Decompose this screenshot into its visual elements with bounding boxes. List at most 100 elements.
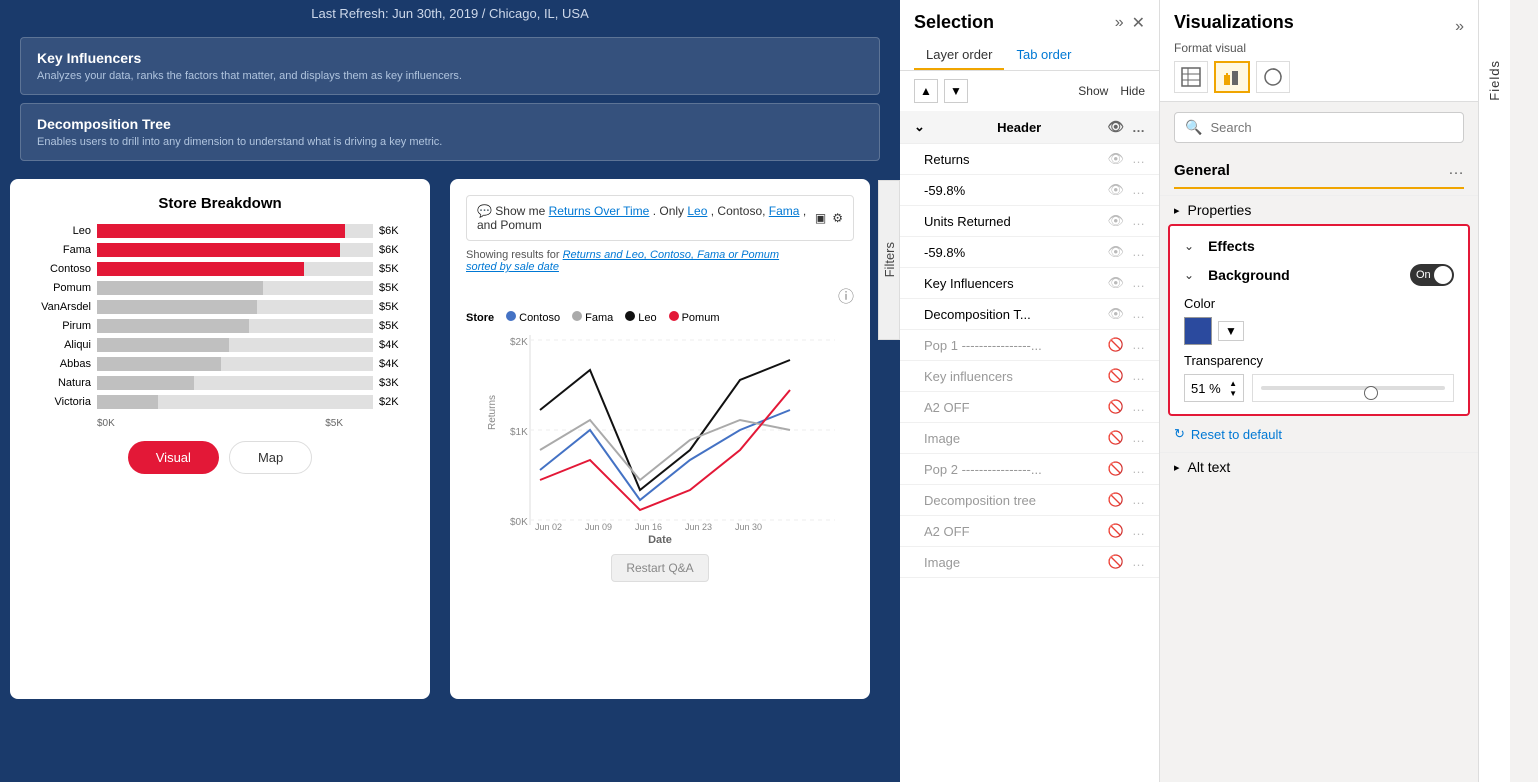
qa-link-returns[interactable]: Returns Over Time xyxy=(549,204,650,218)
map-tab[interactable]: Map xyxy=(229,441,312,474)
group-icons: 👁 … xyxy=(1107,119,1145,135)
visibility-hidden-icon[interactable]: 🚫 xyxy=(1108,492,1124,508)
visibility-hidden-icon[interactable]: 🚫 xyxy=(1108,523,1124,539)
sorted-link[interactable]: sorted by sale date xyxy=(466,261,559,273)
copy-icon[interactable]: ▣ xyxy=(815,211,826,225)
more-icon[interactable]: … xyxy=(1132,306,1145,322)
search-input[interactable] xyxy=(1210,120,1453,135)
show-hide-row: Show Hide xyxy=(1078,84,1145,98)
list-item-units-returned[interactable]: Units Returned 👁 … xyxy=(900,206,1159,237)
background-toggle[interactable]: On xyxy=(1410,264,1454,286)
visibility-hidden-icon[interactable]: 🚫 xyxy=(1108,337,1124,353)
table-icon[interactable] xyxy=(1174,61,1208,93)
store-label: Store xyxy=(466,312,494,324)
more-icon[interactable]: … xyxy=(1132,244,1145,260)
transparency-slider[interactable] xyxy=(1252,374,1454,402)
visibility-hidden-icon[interactable]: 🚫 xyxy=(1108,399,1124,415)
show-button[interactable]: Show xyxy=(1078,84,1108,98)
list-item-59-1[interactable]: -59.8% 👁 … xyxy=(900,175,1159,206)
stepper-icons: ▲ ▼ xyxy=(1229,379,1237,398)
more-icon[interactable]: … xyxy=(1132,182,1145,198)
move-up-button[interactable]: ▲ xyxy=(914,79,938,103)
close-icon[interactable]: ✕ xyxy=(1132,13,1145,33)
more-icon[interactable]: … xyxy=(1132,368,1145,384)
background-row: ⌄ Background On xyxy=(1178,258,1460,292)
stepper-up-icon[interactable]: ▲ xyxy=(1229,379,1237,388)
more-icon[interactable]: … xyxy=(1132,523,1145,539)
reset-to-default-row[interactable]: ↻ Reset to default xyxy=(1160,416,1478,452)
more-icon[interactable]: … xyxy=(1132,430,1145,446)
more-icon[interactable]: … xyxy=(1132,461,1145,477)
list-item-59-2[interactable]: -59.8% 👁 … xyxy=(900,237,1159,268)
list-item-decomposition-t[interactable]: Decomposition T... 👁 … xyxy=(900,299,1159,330)
visibility-hidden-icon[interactable]: 🚫 xyxy=(1108,461,1124,477)
fields-panel[interactable]: Fields xyxy=(1478,0,1510,782)
decomposition-tree-option[interactable]: Decomposition Tree Enables users to dril… xyxy=(20,103,880,161)
visibility-icon[interactable]: 👁 xyxy=(1107,306,1124,322)
hide-button[interactable]: Hide xyxy=(1120,84,1145,98)
selection-panel-wrapper: Filters Selection » ✕ Layer order Tab or… xyxy=(900,0,1160,782)
key-influencers-option[interactable]: Key Influencers Analyzes your data, rank… xyxy=(20,37,880,95)
list-item-key-influencers-2[interactable]: Key influencers 🚫 … xyxy=(900,361,1159,392)
settings-icon[interactable]: ⚙ xyxy=(832,211,843,225)
visibility-icon[interactable]: 👁 xyxy=(1107,244,1124,260)
general-more-icon[interactable]: … xyxy=(1448,161,1464,179)
analytics-icon[interactable] xyxy=(1256,61,1290,93)
qa-link-leo[interactable]: Leo xyxy=(687,204,707,218)
slider-track xyxy=(1261,386,1445,390)
format-icon[interactable] xyxy=(1214,61,1250,93)
more-icon[interactable]: … xyxy=(1132,399,1145,415)
viz-expand-icon[interactable]: » xyxy=(1455,18,1464,36)
bar-label: VanArsdel xyxy=(26,301,91,313)
chevron-right-icon: ▸ xyxy=(1174,204,1180,217)
list-item-a2off-1[interactable]: A2 OFF 🚫 … xyxy=(900,392,1159,423)
color-swatch[interactable] xyxy=(1184,317,1212,345)
qa-input-text: 💬 Show me Returns Over Time . Only Leo ,… xyxy=(477,204,815,232)
transparency-input[interactable]: 51 % ▲ ▼ xyxy=(1184,374,1244,402)
properties-label: Properties xyxy=(1188,202,1252,218)
bar-label: Aliqui xyxy=(26,339,91,351)
more-icon[interactable]: … xyxy=(1132,275,1145,291)
visibility-icon[interactable]: 👁 xyxy=(1107,275,1124,291)
bar-label: Victoria xyxy=(26,396,91,408)
visibility-icon[interactable]: 👁 xyxy=(1107,182,1124,198)
list-item-decomposition-tree[interactable]: Decomposition tree 🚫 … xyxy=(900,485,1159,516)
expand-icon[interactable]: » xyxy=(1115,14,1124,32)
list-item-pop1[interactable]: Pop 1 ----------------... 🚫 … xyxy=(900,330,1159,361)
alt-text-expand[interactable]: ▸ Alt text xyxy=(1160,452,1478,481)
visibility-hidden-icon[interactable]: 🚫 xyxy=(1108,554,1124,570)
stepper-down-icon[interactable]: ▼ xyxy=(1229,389,1237,398)
qa-link-fama[interactable]: Fama xyxy=(769,204,800,218)
list-item-pop2[interactable]: Pop 2 ----------------... 🚫 … xyxy=(900,454,1159,485)
move-down-button[interactable]: ▼ xyxy=(944,79,968,103)
properties-expand[interactable]: ▸ Properties xyxy=(1160,195,1478,224)
visibility-icon[interactable]: 👁 xyxy=(1107,213,1124,229)
restart-qa-button[interactable]: Restart Q&A xyxy=(611,554,708,582)
visibility-icon[interactable]: 👁 xyxy=(1107,151,1124,167)
list-item-image-2[interactable]: Image 🚫 … xyxy=(900,547,1159,578)
list-item-key-influencers[interactable]: Key Influencers 👁 … xyxy=(900,268,1159,299)
more-icon[interactable]: … xyxy=(1132,120,1145,135)
more-icon[interactable]: … xyxy=(1132,554,1145,570)
more-icon[interactable]: … xyxy=(1132,337,1145,353)
visibility-hidden-icon[interactable]: 🚫 xyxy=(1108,368,1124,384)
transparency-row: Transparency 51 % ▲ ▼ xyxy=(1178,349,1460,406)
showing-link[interactable]: Returns and Leo, Contoso, Fama or Pomum xyxy=(563,249,779,261)
viz-panel: Visualizations » Format visual 🔍 General… xyxy=(1160,0,1478,782)
more-icon[interactable]: … xyxy=(1132,151,1145,167)
visual-tab[interactable]: Visual xyxy=(128,441,219,474)
list-item-image-1[interactable]: Image 🚫 … xyxy=(900,423,1159,454)
visibility-icon[interactable]: 👁 xyxy=(1107,119,1124,135)
more-icon[interactable]: … xyxy=(1132,492,1145,508)
viz-icons-row xyxy=(1174,61,1464,93)
selection-list: ⌄ Header 👁 … Returns 👁 … -59.8% 👁 xyxy=(900,111,1159,782)
filters-side-tab[interactable]: Filters xyxy=(878,180,900,340)
color-dropdown-button[interactable]: ▼ xyxy=(1218,321,1244,341)
list-item-a2off-2[interactable]: A2 OFF 🚫 … xyxy=(900,516,1159,547)
list-item-returns[interactable]: Returns 👁 … xyxy=(900,144,1159,175)
more-icon[interactable]: … xyxy=(1132,213,1145,229)
effects-header[interactable]: ⌄ Effects xyxy=(1178,234,1460,258)
tab-tab-order[interactable]: Tab order xyxy=(1004,41,1083,70)
tab-layer-order[interactable]: Layer order xyxy=(914,41,1004,70)
visibility-hidden-icon[interactable]: 🚫 xyxy=(1108,430,1124,446)
